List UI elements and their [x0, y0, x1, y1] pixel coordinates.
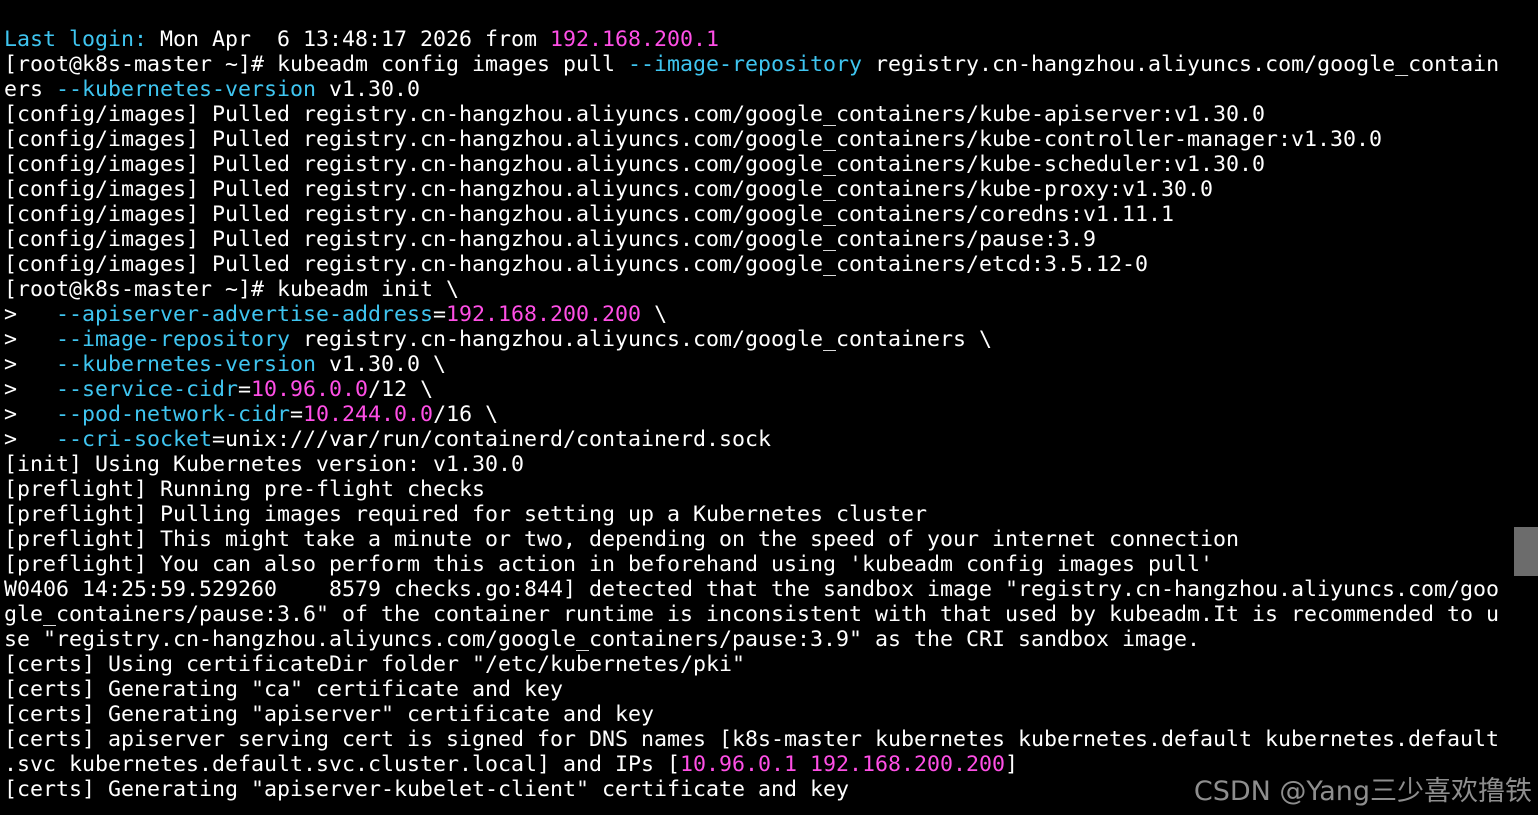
terminal-text-segment: =unix:///var/run/containerd/containerd.s… [212, 427, 772, 452]
terminal-text-segment: [certs] Generating "apiserver-kubelet-cl… [4, 777, 850, 802]
terminal-text-segment: [config/images] Pulled registry.cn-hangz… [4, 202, 1175, 227]
terminal-text-segment: [certs] Using certificateDir folder "/et… [4, 652, 746, 677]
terminal-text-segment: \ [641, 302, 668, 327]
terminal-text-segment: ers [4, 77, 57, 102]
scrollbar-track[interactable] [1514, 0, 1538, 815]
terminal-window[interactable]: Last login: Mon Apr 6 13:48:17 2026 from… [0, 0, 1538, 815]
terminal-line: [preflight] Running pre-flight checks [4, 477, 1499, 502]
terminal-line: [config/images] Pulled registry.cn-hangz… [4, 227, 1499, 252]
terminal-line: [config/images] Pulled registry.cn-hangz… [4, 202, 1499, 227]
terminal-text-segment: [preflight] This might take a minute or … [4, 527, 1240, 552]
terminal-text-segment: ] [1005, 752, 1019, 777]
terminal-text-segment: [preflight] You can also perform this ac… [4, 552, 1214, 577]
terminal-text-segment: se "registry.cn-hangzhou.aliyuncs.com/go… [4, 627, 1201, 652]
terminal-text-segment: [config/images] Pulled registry.cn-hangz… [4, 177, 1214, 202]
terminal-text-segment: > [4, 302, 57, 327]
terminal-text-segment: > [4, 327, 57, 352]
terminal-text-segment: [config/images] Pulled registry.cn-hangz… [4, 252, 1149, 277]
watermark-text: CSDN @Yang三少喜欢撸铁 [1193, 776, 1532, 807]
terminal-text-segment: > [4, 377, 57, 402]
terminal-line: [root@k8s-master ~]# kubeadm config imag… [4, 52, 1499, 77]
terminal-text-segment: --kubernetes-version [56, 77, 317, 102]
terminal-line: [preflight] You can also perform this ac… [4, 552, 1499, 577]
terminal-text-segment: [certs] Generating "ca" certificate and … [4, 677, 564, 702]
terminal-text-segment: [config/images] Pulled registry.cn-hangz… [4, 152, 1266, 177]
terminal-line: > --service-cidr=10.96.0.0/12 \ [4, 377, 1499, 402]
terminal-line: gle_containers/pause:3.6" of the contain… [4, 602, 1499, 627]
terminal-line: se "registry.cn-hangzhou.aliyuncs.com/go… [4, 627, 1499, 652]
terminal-text-segment: .svc kubernetes.default.svc.cluster.loca… [4, 752, 681, 777]
terminal-line: [config/images] Pulled registry.cn-hangz… [4, 252, 1499, 277]
terminal-line: > --cri-socket=unix:///var/run/container… [4, 427, 1499, 452]
terminal-line: [certs] Using certificateDir folder "/et… [4, 652, 1499, 677]
terminal-text-segment: [root@k8s-master ~]# kubeadm init \ [4, 277, 460, 302]
terminal-text-segment: /16 \ [433, 402, 499, 427]
terminal-line: [certs] Generating "ca" certificate and … [4, 677, 1499, 702]
terminal-output[interactable]: Last login: Mon Apr 6 13:48:17 2026 from… [4, 27, 1499, 802]
terminal-line: [config/images] Pulled registry.cn-hangz… [4, 127, 1499, 152]
terminal-text-segment: 10.96.0.1 192.168.200.200 [680, 752, 1006, 777]
terminal-text-segment: --pod-network-cidr [56, 402, 291, 427]
terminal-line: > --pod-network-cidr=10.244.0.0/16 \ [4, 402, 1499, 427]
terminal-text-segment: 192.168.200.200 [446, 302, 642, 327]
terminal-text-segment: 10.96.0.0 [251, 377, 369, 402]
terminal-text-segment: Last login: [4, 27, 161, 52]
terminal-line: [config/images] Pulled registry.cn-hangz… [4, 152, 1499, 177]
terminal-text-segment: v1.30.0 [316, 77, 421, 102]
terminal-text-segment: --kubernetes-version [56, 352, 317, 377]
terminal-line: [config/images] Pulled registry.cn-hangz… [4, 102, 1499, 127]
terminal-line: [preflight] This might take a minute or … [4, 527, 1499, 552]
terminal-line: [root@k8s-master ~]# kubeadm init \ [4, 277, 1499, 302]
terminal-line: [config/images] Pulled registry.cn-hangz… [4, 177, 1499, 202]
terminal-text-segment: 192.168.200.1 [550, 27, 720, 52]
terminal-text-segment: = [238, 377, 252, 402]
terminal-line: ers --kubernetes-version v1.30.0 [4, 77, 1499, 102]
terminal-text-segment: > [4, 352, 57, 377]
terminal-line: > --image-repository registry.cn-hangzho… [4, 327, 1499, 352]
terminal-text-segment: --image-repository [56, 327, 291, 352]
terminal-text-segment: 10.244.0.0 [303, 402, 434, 427]
terminal-line: Last login: Mon Apr 6 13:48:17 2026 from… [4, 27, 1499, 52]
terminal-line: [certs] Generating "apiserver" certifica… [4, 702, 1499, 727]
terminal-text-segment: [init] Using Kubernetes version: v1.30.0 [4, 452, 525, 477]
terminal-text-segment: [config/images] Pulled registry.cn-hangz… [4, 102, 1266, 127]
terminal-line: > --kubernetes-version v1.30.0 \ [4, 352, 1499, 377]
terminal-text-segment: gle_containers/pause:3.6" of the contain… [4, 602, 1500, 627]
terminal-text-segment: > [4, 402, 57, 427]
terminal-line: [preflight] Pulling images required for … [4, 502, 1499, 527]
terminal-text-segment: [preflight] Pulling images required for … [4, 502, 928, 527]
terminal-line: > --apiserver-advertise-address=192.168.… [4, 302, 1499, 327]
terminal-text-segment: [config/images] Pulled registry.cn-hangz… [4, 227, 1097, 252]
terminal-text-segment: registry.cn-hangzhou.aliyuncs.com/google… [290, 327, 993, 352]
terminal-text-segment: [preflight] Running pre-flight checks [4, 477, 486, 502]
terminal-text-segment: --image-repository [628, 52, 863, 77]
terminal-text-segment: [config/images] Pulled registry.cn-hangz… [4, 127, 1383, 152]
terminal-text-segment: --service-cidr [56, 377, 239, 402]
terminal-text-segment: [root@k8s-master ~]# kubeadm config imag… [4, 52, 629, 77]
terminal-text-segment: --apiserver-advertise-address [56, 302, 434, 327]
terminal-text-segment: [certs] Generating "apiserver" certifica… [4, 702, 655, 727]
terminal-text-segment: --cri-socket [56, 427, 213, 452]
terminal-text-segment: W0406 14:25:59.529260 8579 checks.go:844… [4, 577, 1500, 602]
terminal-text-segment: [certs] apiserver serving cert is signed… [4, 727, 1500, 752]
terminal-text-segment: registry.cn-hangzhou.aliyuncs.com/google… [862, 52, 1500, 77]
terminal-text-segment: v1.30.0 \ [316, 352, 447, 377]
scrollbar-thumb[interactable] [1514, 527, 1538, 576]
terminal-line: [certs] apiserver serving cert is signed… [4, 727, 1499, 752]
terminal-text-segment: /12 \ [368, 377, 434, 402]
terminal-text-segment: = [433, 302, 447, 327]
terminal-text-segment: = [290, 402, 304, 427]
terminal-line: [init] Using Kubernetes version: v1.30.0 [4, 452, 1499, 477]
terminal-text-segment: > [4, 427, 57, 452]
terminal-text-segment: Mon Apr 6 13:48:17 2026 from [160, 27, 551, 52]
terminal-line: W0406 14:25:59.529260 8579 checks.go:844… [4, 577, 1499, 602]
